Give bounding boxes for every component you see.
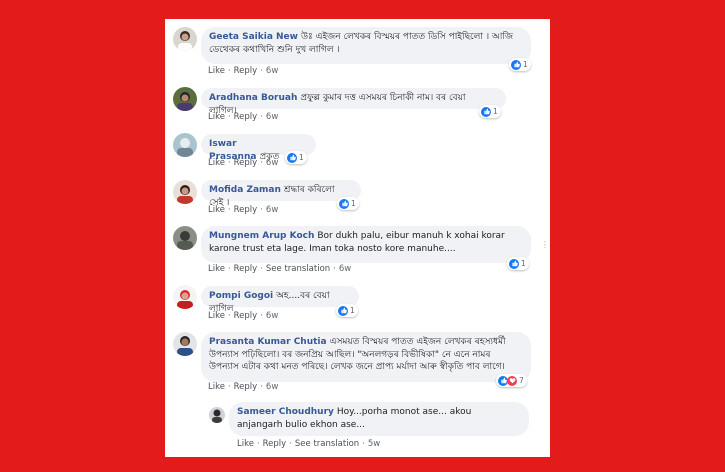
like-icon <box>511 59 521 70</box>
separator: · <box>260 158 263 168</box>
like-icon <box>287 152 297 163</box>
like-icon <box>481 106 491 117</box>
avatar[interactable] <box>173 27 197 51</box>
separator: · <box>256 439 260 449</box>
comment-actions: Like · Reply · See translation · 5w <box>237 439 380 449</box>
avatar[interactable] <box>173 285 197 309</box>
reaction-count[interactable]: 1 <box>285 151 307 164</box>
reaction-count[interactable]: 7 <box>496 374 527 387</box>
timestamp[interactable]: 6w <box>266 158 278 168</box>
avatar[interactable] <box>173 332 197 356</box>
separator: · <box>260 112 263 122</box>
comment-author[interactable]: Aradhana Boruah <box>209 93 297 103</box>
love-icon <box>507 375 517 386</box>
reaction-number: 1 <box>299 153 304 162</box>
avatar[interactable] <box>173 226 197 250</box>
reply-link[interactable]: Reply <box>234 66 258 76</box>
reply-link[interactable]: Reply <box>234 112 258 122</box>
like-link[interactable]: Like <box>208 382 225 392</box>
comment-actions: Like · Reply · 6w <box>208 382 278 392</box>
comment-author[interactable]: Prasanta Kumar Chutia <box>209 337 327 347</box>
separator: · <box>362 439 365 449</box>
like-link[interactable]: Like <box>208 66 225 76</box>
reply-link[interactable]: Reply <box>234 205 258 215</box>
separator: · <box>227 158 231 168</box>
avatar[interactable] <box>173 87 197 111</box>
separator: · <box>260 382 263 392</box>
comment-actions: Like · Reply · See translation · 6w <box>208 264 351 274</box>
comment-author[interactable]: Pompi Gogoi <box>209 291 273 301</box>
comment-bubble: Sameer Choudhury Hoy...porha monot ase...… <box>229 402 529 436</box>
like-link[interactable]: Like <box>237 439 254 449</box>
comment-actions: Like · Reply · 6w <box>208 112 278 122</box>
like-icon <box>339 198 349 209</box>
like-link[interactable]: Like <box>208 205 225 215</box>
like-link[interactable]: Like <box>208 311 225 321</box>
avatar[interactable] <box>173 133 197 157</box>
comment-bubble: Aradhana Boruah প্ৰফুল্ল কুমাৰ দত্ত এসময়… <box>201 88 506 116</box>
separator: · <box>260 66 263 76</box>
reply-link[interactable]: Reply <box>263 439 287 449</box>
comment-bubble: Prasanta Kumar Chutia এসময়ত বিস্ময়ৰ পাত… <box>201 332 531 382</box>
separator: · <box>227 311 231 321</box>
separator: · <box>260 311 263 321</box>
reply-link[interactable]: Reply <box>234 382 258 392</box>
reaction-number: 1 <box>521 259 526 268</box>
comment-bubble: Mungnem Arup Koch Bor dukh palu, eibur ma… <box>201 226 531 263</box>
separator: · <box>227 66 231 76</box>
reaction-number: 1 <box>493 107 498 116</box>
comment-actions: Like · Reply · 6w <box>208 205 278 215</box>
timestamp[interactable]: 6w <box>266 205 278 215</box>
separator: · <box>260 264 263 274</box>
comment-author[interactable]: Mungnem Arup Koch <box>209 231 314 241</box>
timestamp[interactable]: 6w <box>266 112 278 122</box>
separator: · <box>227 382 231 392</box>
like-link[interactable]: Like <box>208 158 225 168</box>
separator: · <box>333 264 336 274</box>
avatar[interactable] <box>173 180 197 204</box>
reaction-count[interactable]: 1 <box>336 304 358 317</box>
timestamp[interactable]: 6w <box>266 66 278 76</box>
reaction-number: 7 <box>519 376 524 385</box>
timestamp[interactable]: 6w <box>266 382 278 392</box>
reaction-count[interactable]: 1 <box>509 58 531 71</box>
comment-bubble: Mofida Zaman শ্ৰদ্ধাৰ কৰিলো সেই । <box>201 180 361 208</box>
see-translation-link[interactable]: See translation <box>266 264 330 274</box>
like-link[interactable]: Like <box>208 264 225 274</box>
timestamp[interactable]: 6w <box>266 311 278 321</box>
comment-bubble: Pompi Gogoi অহ....বৰ বেয়া লাগিল <box>201 286 359 314</box>
reaction-number: 1 <box>523 60 528 69</box>
comment-actions: Like · Reply · 6w <box>208 311 278 321</box>
reaction-count[interactable]: 1 <box>479 105 501 118</box>
separator: · <box>227 112 231 122</box>
comment-actions: Like · Reply · 6w <box>208 158 278 168</box>
reaction-number: 1 <box>350 306 355 315</box>
like-link[interactable]: Like <box>208 112 225 122</box>
like-icon <box>509 258 519 269</box>
separator: · <box>227 205 231 215</box>
comment-bubble: Geeta Saikia New উঃ এইজন লেখকৰ বিস্ময়ৰ প… <box>201 27 531 64</box>
comment-author[interactable]: Mofida Zaman <box>209 185 281 195</box>
reaction-number: 1 <box>351 199 356 208</box>
more-options-icon[interactable]: ⋮ <box>541 240 549 249</box>
separator: · <box>289 439 292 449</box>
reply-link[interactable]: Reply <box>234 311 258 321</box>
reply-link[interactable]: Reply <box>234 158 258 168</box>
separator: · <box>227 264 231 274</box>
timestamp[interactable]: 5w <box>368 439 380 449</box>
comment-actions: Like · Reply · 6w <box>208 66 278 76</box>
separator: · <box>260 205 263 215</box>
comment-author[interactable]: Sameer Choudhury <box>237 407 334 417</box>
reaction-count[interactable]: 1 <box>507 257 529 270</box>
comment-author[interactable]: Geeta Saikia New <box>209 32 298 42</box>
comment-panel: Geeta Saikia New উঃ এইজন লেখকৰ বিস্ময়ৰ প… <box>165 19 550 457</box>
like-icon <box>338 305 348 316</box>
reply-link[interactable]: Reply <box>234 264 258 274</box>
avatar[interactable] <box>209 407 225 423</box>
see-translation-link[interactable]: See translation <box>295 439 359 449</box>
reaction-count[interactable]: 1 <box>337 197 359 210</box>
timestamp[interactable]: 6w <box>339 264 351 274</box>
